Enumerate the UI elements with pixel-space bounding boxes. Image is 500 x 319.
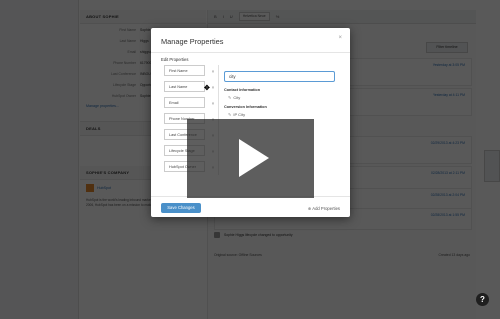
underline-icon: U [229, 14, 233, 19]
company-name: HubSpot [97, 186, 111, 190]
about-header: ABOUT SOPHIE [80, 10, 206, 24]
created-text: Created 13 days ago [438, 253, 470, 257]
property-search-input[interactable] [224, 71, 335, 82]
remove-icon[interactable]: × [210, 98, 216, 109]
search-result-label: IP City [233, 112, 246, 117]
lifecycle-row: Sophie Higgs lifecycle changed to opport… [214, 230, 470, 240]
search-result-label: City [233, 95, 241, 100]
property-key: Last Conference [111, 71, 136, 76]
property-chip[interactable]: First Name × [164, 65, 214, 76]
original-source-row: Original source: Offline Sources Created… [214, 250, 470, 260]
timeline-time: 02/28/2013 at 2:11 PM [430, 171, 465, 175]
property-value: Sophie [140, 27, 151, 32]
edit-icon: ✎ [228, 95, 232, 100]
italic-icon: I [222, 14, 224, 19]
close-icon[interactable]: × [338, 35, 342, 41]
link-icon: % [275, 14, 280, 19]
save-changes-button[interactable]: Save Changes [161, 203, 201, 213]
property-chip-label: Email [169, 101, 179, 105]
timeline-time: Yesterday at 3:05 PM [432, 63, 465, 67]
property-value: Higgs [140, 38, 149, 43]
search-result[interactable]: ✎ City [228, 95, 336, 100]
property-chip[interactable]: Last Name × [164, 81, 214, 92]
property-key: Phone Number [113, 60, 136, 65]
timeline-time: 02/29/2013 at 4:23 PM [430, 141, 465, 145]
property-key: First Name [119, 27, 136, 32]
avatar [214, 232, 220, 238]
add-properties-link[interactable]: ⊕ Add Properties [308, 206, 340, 211]
modal-title: Manage Properties [161, 37, 224, 46]
move-cursor-icon: ✥ [204, 85, 210, 92]
filter-timeline-button: Filter timeline [426, 42, 468, 53]
property-search-pane: Contact Information ✎City Conversion Inf… [224, 65, 336, 117]
editor-toolbar: B I U Helvetica Neue % [208, 10, 476, 24]
property-chip[interactable]: Email × [164, 97, 214, 108]
add-properties-label: Add Properties [312, 206, 340, 211]
property-key: Email [127, 49, 136, 54]
search-result[interactable]: ✎ IP City [228, 112, 336, 117]
conversion-info-header: Conversion Information [224, 105, 267, 109]
font-select: Helvetica Neue [238, 12, 270, 21]
timeline-time: 02/28/2013 at 2:04 PM [430, 193, 465, 197]
lifecycle-text: Sophie Higgs lifecycle changed to opport… [224, 233, 293, 237]
edit-properties-label: Edit Properties [161, 57, 189, 62]
help-button[interactable]: ? [476, 293, 489, 306]
property-key: Last Name [119, 38, 136, 43]
property-key: HubSpot Owner [111, 93, 136, 98]
contact-info-header: Contact Information [224, 88, 261, 92]
left-sidebar [0, 0, 79, 319]
play-icon [239, 139, 269, 177]
side-tab [484, 150, 500, 182]
bold-icon: B [214, 14, 217, 19]
property-key: Lifecycle Stage [113, 82, 136, 87]
remove-icon[interactable]: × [210, 82, 216, 93]
property-chip-label: First Name [169, 69, 188, 73]
property-chip-label: Last Name [169, 85, 188, 89]
company-logo [86, 184, 94, 192]
edit-icon: ✎ [228, 112, 232, 117]
remove-icon[interactable]: × [210, 66, 216, 77]
original-source-text: Original source: Offline Sources [214, 253, 262, 257]
modal-divider [151, 52, 350, 53]
timeline-time: Yesterday at 4:11 PM [432, 93, 465, 97]
timeline-time: 02/28/2013 at 1:55 PM [430, 213, 465, 217]
video-play-overlay[interactable] [187, 119, 314, 198]
